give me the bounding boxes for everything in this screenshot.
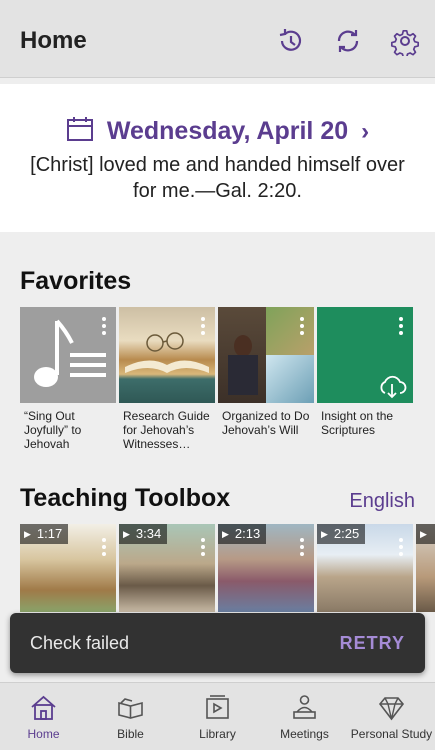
favorite-item[interactable]: Research Guide for Jehovah’s Witnesses…: [119, 307, 215, 451]
video-duration: 2:25: [333, 526, 360, 541]
history-icon: [279, 29, 302, 51]
favorite-caption: Insight on the Scriptures: [321, 409, 394, 437]
diamond-icon: [378, 697, 405, 721]
play-icon: ▶: [321, 529, 328, 539]
more-options-icon[interactable]: [201, 317, 205, 335]
play-icon: ▶: [222, 529, 229, 539]
more-options-icon[interactable]: [399, 538, 403, 556]
video-item-partial[interactable]: ▶: [416, 524, 435, 612]
video-item[interactable]: ▶ 2:25: [317, 524, 413, 612]
group-photo: [266, 307, 314, 355]
language-selector[interactable]: English: [349, 490, 415, 513]
favorite-caption: Research Guide for Jehovah’s Witnesses…: [123, 409, 210, 451]
nav-item-bible[interactable]: Bible: [87, 683, 174, 750]
play-icon: ▶: [420, 529, 427, 539]
nav-item-label: Library: [199, 727, 236, 741]
snackbar-message: Check failed: [30, 633, 130, 653]
play-icon: ▶: [24, 529, 31, 539]
retry-button[interactable]: RETRY: [340, 633, 405, 654]
page-title: Home: [20, 27, 87, 54]
duration-badge: ▶ 2:25: [317, 524, 366, 544]
nav-item-library[interactable]: Library: [174, 683, 261, 750]
favorite-item[interactable]: Insight on the Scriptures: [317, 307, 413, 437]
favorite-item[interactable]: “Sing Out Joyfully” to Jehovah: [20, 307, 116, 451]
nav-item-label: Personal Study: [350, 727, 433, 741]
daily-text-card[interactable]: Wednesday, April 20 › [Christ] loved me …: [0, 84, 435, 232]
daily-text-date-row[interactable]: Wednesday, April 20 ›: [0, 116, 435, 146]
app-bar: Home: [0, 0, 435, 78]
video-item[interactable]: ▶ 3:34: [119, 524, 215, 612]
settings-button[interactable]: [390, 26, 420, 59]
favorite-caption: “Sing Out Joyfully” to Jehovah: [24, 409, 82, 451]
nav-item-home[interactable]: Home: [0, 683, 87, 750]
library-icon: [206, 695, 229, 719]
cloud-download-icon[interactable]: [377, 373, 407, 399]
favorite-item[interactable]: Organized to Do Jehovah’s Will: [218, 307, 314, 437]
settings-icon: [390, 29, 420, 59]
duration-badge: ▶ 1:17: [20, 524, 69, 544]
more-options-icon[interactable]: [102, 317, 106, 335]
history-button[interactable]: [276, 26, 306, 56]
favorites-heading: Favorites: [20, 267, 132, 295]
nav-item-label: Meetings: [280, 727, 329, 741]
duration-badge: ▶ 2:13: [218, 524, 267, 544]
nav-item-meetings[interactable]: Meetings: [261, 683, 348, 750]
daily-text-scripture: [Christ] loved me and handed himself ove…: [30, 154, 405, 202]
more-options-icon[interactable]: [300, 317, 304, 335]
nav-item-label: Bible: [117, 727, 144, 741]
snackbar: Check failed RETRY: [10, 613, 425, 673]
favorite-thumbnail: [317, 307, 413, 403]
video-duration: 3:34: [135, 526, 162, 541]
video-duration: 2:13: [234, 526, 261, 541]
more-options-icon[interactable]: [300, 538, 304, 556]
sync-button[interactable]: [333, 26, 363, 56]
nav-item-personal-study[interactable]: Personal Study: [348, 683, 435, 750]
video-item[interactable]: ▶ 1:17: [20, 524, 116, 612]
bible-icon: [118, 698, 143, 719]
video-item[interactable]: ▶ 2:13: [218, 524, 314, 612]
nav-item-label: Home: [27, 727, 60, 741]
sync-icon: [337, 30, 359, 52]
favorite-thumbnail: [20, 307, 116, 403]
more-options-icon[interactable]: [399, 317, 403, 335]
play-icon: ▶: [123, 529, 130, 539]
chevron-right-icon: ›: [361, 118, 370, 145]
favorite-thumbnail: [119, 307, 215, 403]
more-options-icon[interactable]: [102, 538, 106, 556]
duration-badge: ▶ 3:34: [119, 524, 168, 544]
video-duration: 1:17: [36, 526, 63, 541]
favorite-caption: Organized to Do Jehovah’s Will: [222, 409, 310, 437]
more-options-icon[interactable]: [201, 538, 205, 556]
daily-text-date: Wednesday, April 20: [106, 117, 349, 145]
teaching-toolbox-heading: Teaching Toolbox: [20, 484, 231, 512]
favorite-thumbnail: [218, 307, 314, 403]
reading-photo: [266, 355, 314, 403]
home-icon: [31, 695, 56, 720]
calendar-icon: [66, 117, 93, 141]
duration-badge: ▶: [416, 524, 435, 544]
meetings-icon: [293, 695, 316, 719]
bottom-navigation: Home Bible Library Meetings Personal Stu…: [0, 682, 435, 750]
